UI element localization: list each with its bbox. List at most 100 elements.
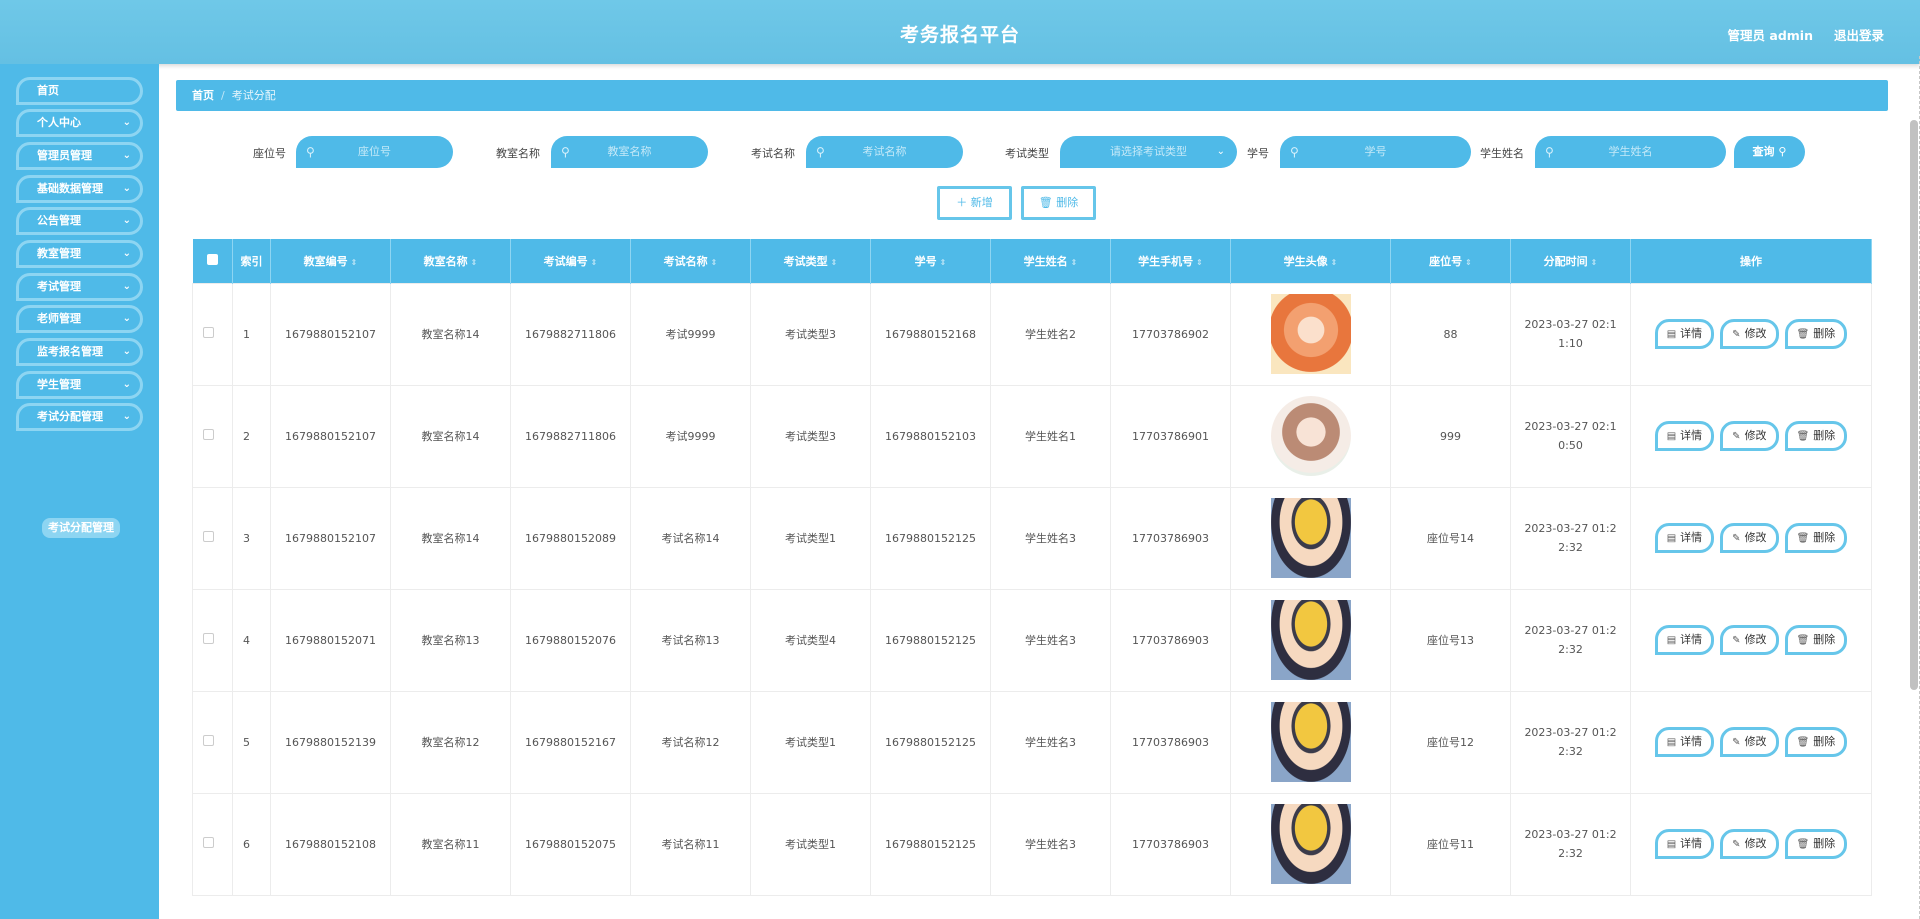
row-checkbox[interactable] (192, 690, 233, 794)
edit-button[interactable]: ✎ 修改 (1720, 625, 1779, 655)
cell-student-name: 学生姓名1 (990, 384, 1111, 488)
sidebar-item-home[interactable]: 首页 (16, 77, 143, 105)
cell-seat: 999 (1390, 384, 1511, 488)
student-id-placeholder: 学号 (1364, 145, 1387, 158)
delete-button[interactable]: 🗑 删除 (1784, 319, 1848, 349)
query-button[interactable]: 查询 ⚲ (1734, 136, 1805, 168)
col-room-no[interactable]: 教室编号 ⇕ (270, 239, 391, 283)
sidebar-item-teacher[interactable]: 老师管理 ⌄ (16, 305, 143, 333)
row-checkbox[interactable] (192, 384, 233, 488)
col-student-name[interactable]: 学生姓名 ⇕ (990, 239, 1111, 283)
sidebar-item-exam[interactable]: 考试管理 ⌄ (16, 273, 143, 301)
trash-icon: 🗑 (1796, 635, 1810, 646)
exam-input[interactable]: ⚲ 考试名称 (806, 136, 963, 168)
sidebar-item-label: 考试管理 (37, 280, 81, 293)
sort-icon: ⇕ (1465, 257, 1472, 267)
student-name-input[interactable]: ⚲ 学生姓名 (1535, 136, 1726, 168)
col-room-name[interactable]: 教室名称 ⇕ (390, 239, 511, 283)
col-label: 教室编号 (303, 254, 348, 268)
student-id-label: 学号 (1247, 147, 1269, 160)
col-seat[interactable]: 座位号 ⇕ (1390, 239, 1511, 283)
student-avatar[interactable] (1270, 396, 1351, 476)
delete-button[interactable]: 🗑 删除 (1784, 523, 1848, 553)
sidebar-item-student[interactable]: 学生管理 ⌄ (16, 371, 143, 399)
col-exam-type[interactable]: 考试类型 ⇕ (750, 239, 871, 283)
admin-label: 管理员 admin (1727, 28, 1813, 43)
sidebar-item-profile[interactable]: 个人中心 ⌄ (16, 109, 143, 137)
sidebar-item-basic-data[interactable]: 基础数据管理 ⌄ (16, 175, 143, 203)
row-checkbox[interactable] (192, 486, 233, 590)
student-id-input[interactable]: ⚲ 学号 (1280, 136, 1471, 168)
delete-button[interactable]: 🗑 删除 (1784, 727, 1848, 757)
col-avatar[interactable]: 学生头像 ⇕ (1230, 239, 1391, 283)
col-phone[interactable]: 学生手机号 ⇕ (1110, 239, 1231, 283)
cell-room-no: 1679880152108 (270, 792, 391, 896)
sidebar-item-exam-assign[interactable]: 考试分配管理 ⌄ (16, 403, 143, 431)
chevron-down-icon: ⌄ (122, 117, 131, 128)
sidebar-item-classroom[interactable]: 教室管理 ⌄ (16, 240, 143, 268)
student-avatar[interactable] (1270, 498, 1351, 578)
sidebar-item-invigilation[interactable]: 监考报名管理 ⌄ (16, 338, 143, 366)
cell-room-name: 教室名称14 (390, 282, 511, 386)
room-input[interactable]: ⚲ 教室名称 (551, 136, 708, 168)
col-time[interactable]: 分配时间 ⇕ (1510, 239, 1631, 283)
chevron-down-icon: ⌄ (122, 346, 131, 357)
trash-icon: 🗑 (1038, 196, 1053, 209)
cell-student-name: 学生姓名3 (990, 588, 1111, 692)
cell-exam-no: 1679880152075 (510, 792, 631, 896)
select-all-checkbox[interactable] (192, 239, 233, 283)
detail-button[interactable]: ▤ 详情 (1654, 829, 1715, 859)
col-exam-no[interactable]: 考试编号 ⇕ (510, 239, 631, 283)
col-label: 学生头像 (1283, 254, 1328, 268)
row-checkbox[interactable] (192, 588, 233, 692)
col-exam-name[interactable]: 考试名称 ⇕ (630, 239, 751, 283)
scrollbar[interactable] (1910, 120, 1918, 690)
logout-link[interactable]: 退出登录 (1834, 25, 1884, 44)
document-icon: ▤ (1666, 839, 1677, 850)
seat-input[interactable]: ⚲ 座位号 (296, 136, 453, 168)
delete-button[interactable]: 🗑 删除 (1784, 421, 1848, 451)
student-avatar[interactable] (1270, 702, 1351, 782)
detail-button[interactable]: ▤ 详情 (1654, 625, 1715, 655)
cell-actions: ▤ 详情 ✎ 修改 🗑 删除 (1630, 690, 1872, 794)
delete-button[interactable]: 🗑 删除 (1784, 625, 1848, 655)
pencil-icon: ✎ (1732, 737, 1741, 748)
cell-seat: 88 (1390, 282, 1511, 386)
col-label: 考试类型 (783, 254, 828, 268)
detail-button[interactable]: ▤ 详情 (1654, 523, 1715, 553)
student-avatar[interactable] (1270, 600, 1351, 680)
exam-label: 考试名称 (751, 147, 795, 160)
row-checkbox[interactable] (192, 282, 233, 386)
table-row: 6 1679880152108 教室名称11 1679880152075 考试名称11 考… (192, 792, 1872, 896)
sidebar-item-notice[interactable]: 公告管理 ⌄ (16, 207, 143, 235)
cell-avatar (1230, 690, 1391, 794)
detail-button[interactable]: ▤ 详情 (1654, 319, 1715, 349)
cell-actions: ▤ 详情 ✎ 修改 🗑 删除 (1630, 384, 1872, 488)
breadcrumb-home[interactable]: 首页 (192, 89, 214, 102)
student-avatar[interactable] (1270, 804, 1351, 884)
edit-button[interactable]: ✎ 修改 (1720, 319, 1779, 349)
sort-icon: ⇕ (590, 257, 598, 267)
student-avatar[interactable] (1270, 294, 1351, 374)
pencil-icon: ✎ (1732, 431, 1741, 442)
edit-button[interactable]: ✎ 修改 (1720, 523, 1779, 553)
chevron-down-icon: ⌄ (122, 313, 131, 324)
detail-button[interactable]: ▤ 详情 (1654, 421, 1715, 451)
exam-type-select[interactable]: 请选择考试类型 ⌄ (1060, 136, 1237, 168)
chevron-down-icon: ⌄ (1216, 146, 1225, 157)
sidebar-item-admin[interactable]: 管理员管理 ⌄ (16, 142, 143, 170)
cell-room-name: 教室名称12 (390, 690, 511, 794)
delete-button[interactable]: 🗑 删除 (1784, 829, 1848, 859)
row-checkbox[interactable] (192, 792, 233, 896)
student-name-label: 学生姓名 (1480, 147, 1524, 160)
cell-student-id: 1679880152125 (870, 690, 991, 794)
col-student-id[interactable]: 学号 ⇕ (870, 239, 991, 283)
add-button[interactable]: ＋ 新增 (937, 186, 1012, 220)
edit-button[interactable]: ✎ 修改 (1720, 421, 1779, 451)
submenu-item-exam-assign[interactable]: 考试分配管理 (42, 518, 120, 538)
cell-exam-name: 考试名称11 (630, 792, 751, 896)
batch-delete-button[interactable]: 🗑 删除 (1021, 186, 1096, 220)
edit-button[interactable]: ✎ 修改 (1720, 727, 1779, 757)
edit-button[interactable]: ✎ 修改 (1720, 829, 1779, 859)
detail-button[interactable]: ▤ 详情 (1654, 727, 1715, 757)
